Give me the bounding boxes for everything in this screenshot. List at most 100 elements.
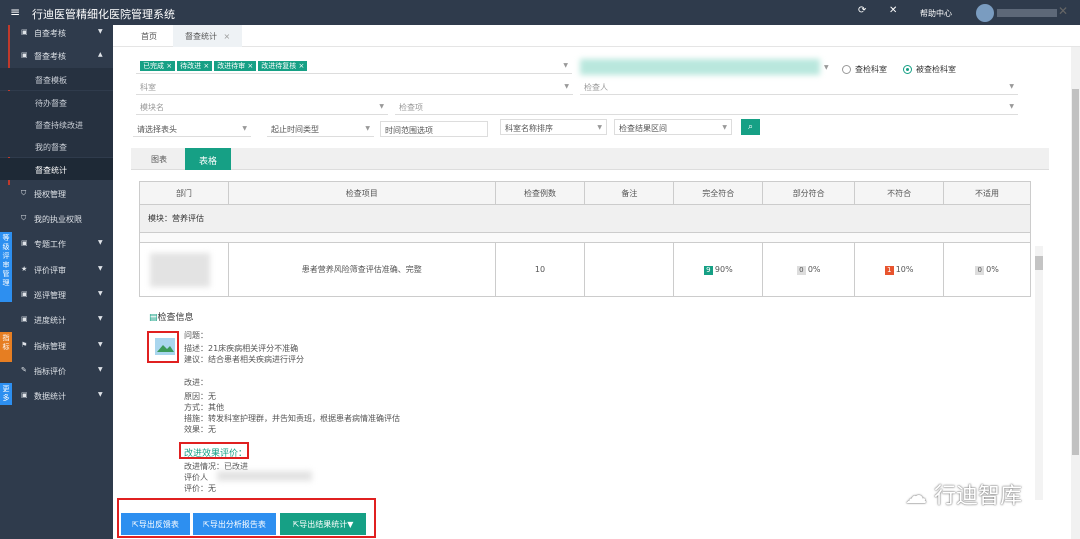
chevron-down-icon: ▼ (597, 124, 602, 131)
eval-person-blurred (217, 471, 312, 481)
sidebar-item-progress[interactable]: ▣ 进度统计 ▼ (0, 309, 113, 331)
file-icon: ▣ (21, 391, 28, 399)
check-item-select[interactable]: 检查项 ▼ (395, 99, 1018, 115)
status-tag[interactable]: 已完成 × (140, 61, 176, 71)
module-select[interactable]: 模块名 ▼ (136, 99, 388, 115)
chevron-down-icon: ▼ (242, 125, 247, 132)
side-tab-more[interactable]: 更多 (0, 383, 12, 405)
chevron-down-icon: ▼ (98, 28, 103, 35)
improve-method: 方式：其他 (184, 403, 224, 412)
chevron-down-icon: ▼ (98, 315, 103, 322)
radio-check-dept[interactable]: 查检科室 (842, 64, 887, 75)
tab-table[interactable]: 表格 (185, 148, 232, 170)
sidebar-item-self-check[interactable]: ▣ 自查考核 ▼ (0, 22, 113, 44)
sidebar: ▣ 自查考核 ▼ ▣ 督查考核 ▲ 督查模板 待办督查 督查持续改进 我的督查 督查统计… (0, 25, 113, 539)
dept-select[interactable]: 科室 ▼ (136, 79, 573, 95)
refresh-icon[interactable]: ⟳ (858, 5, 866, 16)
help-center-link[interactable]: 帮助中心 (920, 8, 952, 19)
non-cell[interactable]: 1 10% (854, 242, 945, 297)
fullscreen-icon[interactable]: ✕ (889, 5, 897, 16)
chevron-down-icon: ▼ (824, 64, 829, 71)
sidebar-item-patrol[interactable]: ▣ 巡评管理 ▼ (0, 284, 113, 306)
export-report-button[interactable]: ⇱导出分析报告表 (193, 513, 276, 535)
improve-reason: 原因：无 (184, 392, 216, 401)
sidebar-item-data-stats[interactable]: ▣ 数据统计 ▼ (0, 385, 113, 407)
status-tag[interactable]: 改进待审 × (214, 61, 257, 71)
col-header: 备注 (584, 181, 675, 205)
header-select[interactable]: 请选择表头 ▼ (133, 121, 251, 137)
tab-chart[interactable]: 图表 (137, 148, 181, 170)
sidebar-subitem[interactable]: 我的督查 (0, 135, 113, 157)
file-icon: ▣ (21, 28, 28, 36)
scrollbar-thumb[interactable] (1072, 89, 1079, 455)
improve-measure: 措施：转发科室护理群，并告知责班，根据患者病情准确评估 (184, 414, 400, 423)
time-type-select[interactable]: 起止时间类型 ▼ (267, 121, 374, 137)
search-icon: ⌕ (747, 122, 754, 132)
top-bar: ≡ 行迪医管精细化医院管理系统 ⟳ ✕ 帮助中心 (0, 0, 1080, 25)
radio-checked-dept[interactable]: 被查检科室 (903, 64, 956, 75)
chevron-down-icon: ▼ (98, 391, 103, 398)
tab-supervision-stats[interactable]: 督查统计 × (173, 25, 243, 47)
side-tab-indicator[interactable]: 指标 (0, 332, 12, 362)
result-range-select[interactable]: 检查结果区间 ▼ (614, 119, 732, 135)
user-name-blurred[interactable] (997, 9, 1057, 17)
export-feedback-button[interactable]: ⇱导出反馈表 (121, 513, 190, 535)
sidebar-subitem[interactable]: 督查模板 (0, 68, 113, 90)
chevron-down-icon: ▼ (365, 125, 370, 132)
sidebar-item-authorization[interactable]: ⛉ 授权管理 (0, 183, 113, 205)
col-header: 检查项目 (227, 181, 496, 205)
side-tab-grade-review[interactable]: 等级评审管理 (0, 232, 12, 302)
sidebar-item-indicator-mgmt[interactable]: ⚑ 指标管理 ▼ (0, 335, 113, 357)
search-button[interactable]: ⌕ (741, 119, 760, 135)
sidebar-subitem-active[interactable]: 督查统计 (0, 158, 113, 180)
hamburger-menu-icon[interactable]: ≡ (10, 5, 20, 19)
partial-cell[interactable]: 0 0% (762, 242, 856, 297)
table-scrollbar[interactable] (1035, 246, 1043, 500)
watermark: ☁ 行迪智库 (905, 484, 1023, 509)
col-header: 部门 (139, 181, 229, 205)
status-tag[interactable]: 待改进 × (177, 61, 213, 71)
sidebar-item-supervision[interactable]: ▣ 督查考核 ▲ (0, 45, 113, 67)
dept-sort-select[interactable]: 科室名称排序 ▼ (500, 119, 607, 135)
highlight-image (147, 331, 179, 363)
col-header: 部分符合 (762, 181, 856, 205)
spacer-row (139, 232, 1031, 243)
department-select-blurred[interactable] (580, 59, 820, 75)
check-item-cell: 患者营养风险筛查评估准确、完整 (227, 242, 496, 297)
sidebar-subitem[interactable]: 待办督查 (0, 91, 113, 113)
sidebar-subitem[interactable]: 督查持续改进 (0, 113, 113, 135)
time-range-input[interactable]: 时间范围选项 (380, 121, 488, 137)
col-header: 完全符合 (673, 181, 764, 205)
dept-cell-blurred (139, 242, 229, 297)
export-result-button[interactable]: ⇱导出结果统计▼ (280, 513, 366, 535)
file-icon: ▣ (21, 315, 28, 323)
close-icon[interactable]: ✕ (1058, 4, 1068, 18)
page-scrollbar[interactable] (1071, 47, 1080, 539)
full-cell[interactable]: 9 90% (673, 242, 764, 297)
sidebar-item-evaluation[interactable]: ★ 评价评审 ▼ (0, 259, 113, 281)
pencil-icon: ✎ (21, 366, 27, 374)
sidebar-item-indicator-eval[interactable]: ✎ 指标评价 ▼ (0, 360, 113, 382)
remark-cell (584, 242, 675, 297)
sidebar-item-special-work[interactable]: ▣ 专题工作 ▼ (0, 233, 113, 255)
count-cell: 10 (494, 242, 586, 297)
chevron-down-icon: ▼ (98, 239, 103, 246)
improve-effect: 效果：无 (184, 425, 216, 434)
chevron-down-icon: ▼ (563, 62, 568, 69)
chevron-down-icon: ▼ (98, 366, 103, 373)
eval-person: 评价人 (184, 473, 208, 482)
status-tag[interactable]: 改进待复核 × (258, 61, 308, 71)
sidebar-item-practice-rights[interactable]: ⛉ 我的执业权限 (0, 208, 113, 230)
chevron-down-icon: ▼ (98, 265, 103, 272)
table-row[interactable]: 患者营养风险筛查评估准确、完整 10 9 90% 0 0% 1 10% 0 0% (139, 242, 1031, 297)
status-tags-select[interactable]: 已完成 × 待改进 × 改进待审 × 改进待复核 × ▼ (136, 58, 572, 74)
avatar[interactable] (976, 4, 994, 22)
na-cell[interactable]: 0 0% (943, 242, 1031, 297)
inspector-select[interactable]: 检查人 ▼ (580, 79, 1018, 95)
tab-home[interactable]: 首页 (129, 25, 169, 47)
flag-icon: ⚑ (21, 341, 28, 349)
close-tab-icon[interactable]: × (224, 32, 231, 41)
chevron-down-icon: ▼ (722, 124, 727, 131)
chevron-down-icon: ▼ (1009, 103, 1014, 110)
scrollbar-thumb[interactable] (1035, 256, 1043, 270)
